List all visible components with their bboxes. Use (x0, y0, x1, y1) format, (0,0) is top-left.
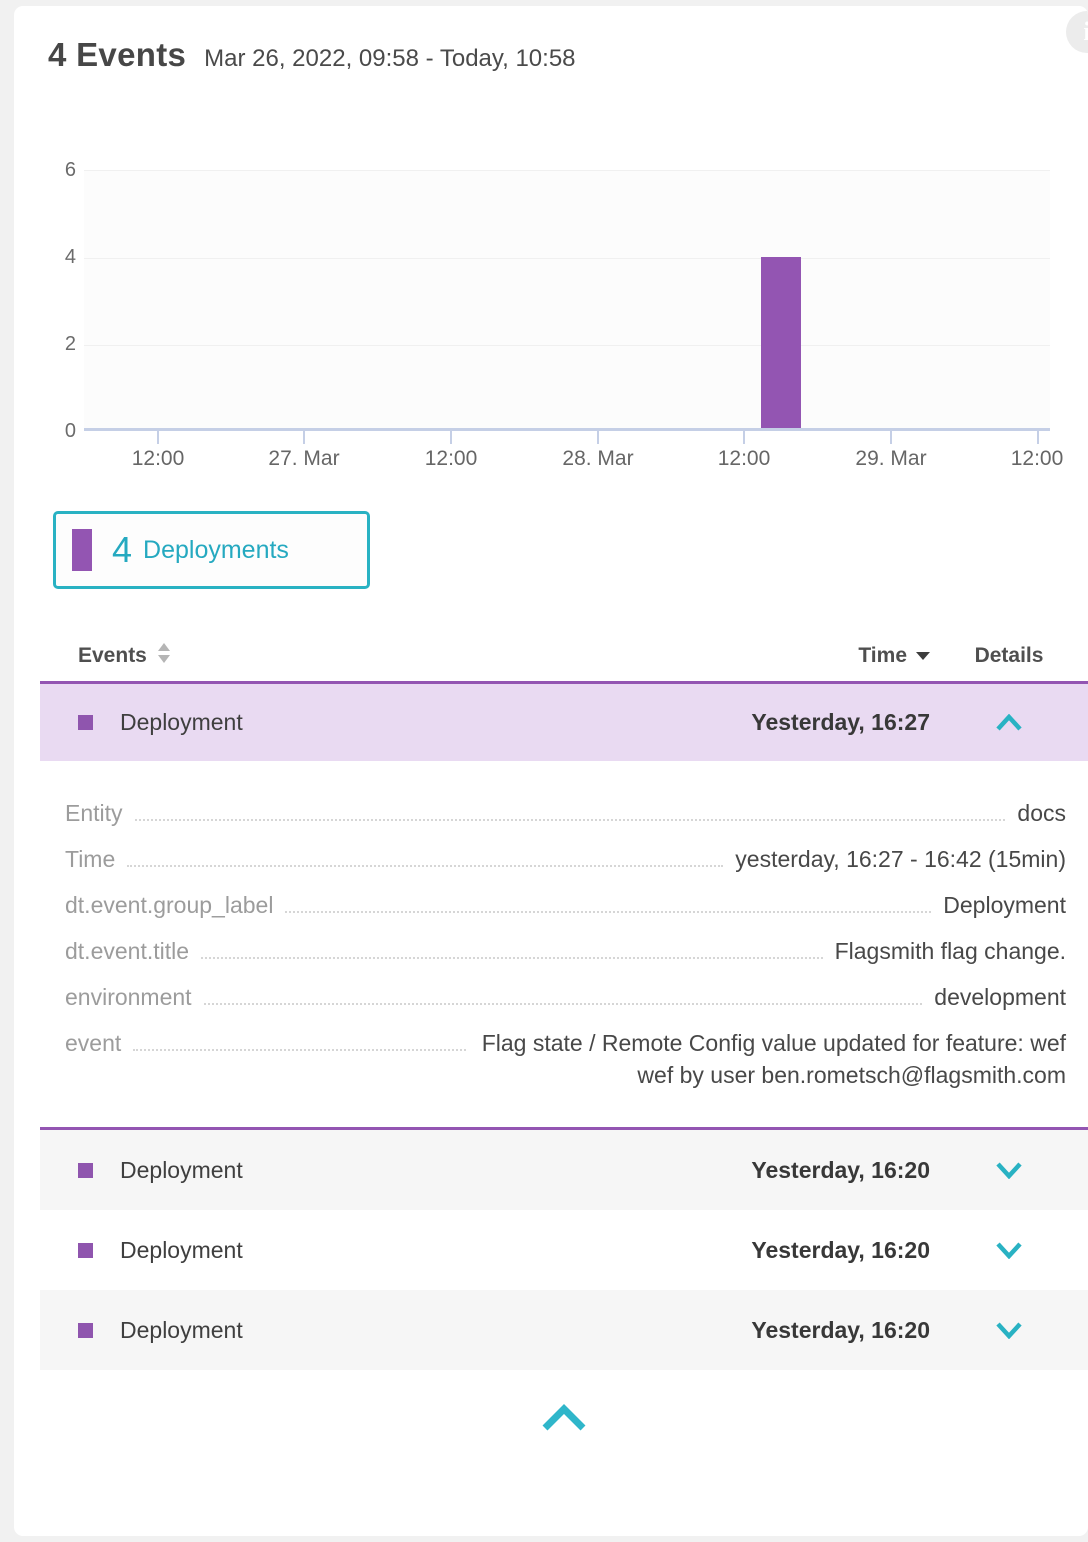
dotted-leader (127, 843, 723, 867)
sort-icon[interactable] (158, 643, 170, 669)
legend-deployments-toggle[interactable]: 4 Deployments (53, 511, 370, 589)
detail-label: dt.event.group_label (65, 889, 273, 921)
x-tick-mark (597, 431, 599, 444)
detail-row: dt.event.title Flagsmith flag change. (65, 935, 1066, 967)
deployment-swatch-icon (78, 1163, 93, 1178)
x-tick-mark (743, 431, 745, 444)
detail-label: environment (65, 981, 192, 1013)
event-row[interactable]: Deployment Yesterday, 16:27 (40, 684, 1088, 761)
page-title: 4 Events (48, 36, 186, 74)
expand-row-button[interactable] (930, 1242, 1088, 1259)
col-header-details: Details (930, 644, 1088, 668)
x-tick-mark (1037, 431, 1039, 444)
detail-value: Deployment (943, 889, 1066, 921)
event-time: Yesterday, 16:20 (751, 1157, 930, 1184)
chevron-down-icon (996, 1162, 1022, 1179)
event-time: Yesterday, 16:27 (751, 709, 930, 736)
deployments-color-swatch (72, 529, 92, 571)
events-panel: i 4 Events Mar 26, 2022, 09:58 - Today, … (14, 6, 1088, 1536)
x-tick-label: 29. Mar (821, 447, 961, 471)
event-type-label: Deployment (120, 709, 751, 736)
detail-row: dt.event.group_label Deployment (65, 889, 1066, 921)
legend-label: Deployments (143, 536, 289, 565)
legend-count: 4 (112, 529, 132, 571)
chevron-up-icon (541, 1404, 587, 1432)
gridline-2 (84, 345, 1050, 346)
detail-row: event Flag state / Remote Config value u… (65, 1027, 1066, 1091)
col-header-events[interactable]: Events (78, 644, 147, 668)
table-header-row: Events Time Details (40, 630, 1088, 684)
events-table: Events Time Details Deploym (40, 630, 1088, 1435)
detail-label: Time (65, 843, 115, 875)
sort-desc-icon (916, 652, 930, 660)
detail-value: docs (1017, 797, 1066, 829)
deployment-swatch-icon (78, 715, 93, 730)
detail-label: event (65, 1027, 121, 1059)
event-type-label: Deployment (120, 1237, 751, 1264)
x-tick-label: 12:00 (381, 447, 521, 471)
x-tick-label: 12:00 (967, 447, 1088, 471)
deployment-swatch-icon (78, 1243, 93, 1258)
detail-row: Entity docs (65, 797, 1066, 829)
event-time: Yesterday, 16:20 (751, 1237, 930, 1264)
x-tick-label: 12:00 (88, 447, 228, 471)
event-details-panel: Entity docs Time yesterday, 16:27 - 16:4… (40, 761, 1088, 1130)
dotted-leader (285, 889, 931, 913)
y-tick-2: 2 (14, 334, 76, 354)
info-icon-glyph: i (1083, 17, 1088, 47)
time-range-label: Mar 26, 2022, 09:58 - Today, 10:58 (204, 45, 575, 73)
dotted-leader (133, 1027, 466, 1051)
detail-value: Flag state / Remote Config value updated… (478, 1027, 1066, 1091)
collapse-panel-button[interactable] (541, 1404, 587, 1435)
chevron-down-icon (996, 1322, 1022, 1339)
detail-value: development (934, 981, 1066, 1013)
detail-row: environment development (65, 981, 1066, 1013)
chart-bar[interactable] (761, 257, 801, 428)
collapse-row-button[interactable] (930, 714, 1088, 731)
event-type-label: Deployment (120, 1317, 751, 1344)
col-header-time[interactable]: Time (858, 644, 907, 668)
info-icon[interactable]: i (1066, 11, 1088, 53)
event-row[interactable]: Deployment Yesterday, 16:20 (40, 1130, 1088, 1210)
chevron-up-icon (996, 714, 1022, 731)
x-tick-mark (303, 431, 305, 444)
y-tick-0: 0 (14, 421, 76, 441)
x-tick-mark (157, 431, 159, 444)
dotted-leader (135, 797, 1006, 821)
panel-header: 4 Events Mar 26, 2022, 09:58 - Today, 10… (48, 36, 576, 74)
detail-row: Time yesterday, 16:27 - 16:42 (15min) (65, 843, 1066, 875)
x-tick-mark (890, 431, 892, 444)
y-tick-4: 4 (14, 247, 76, 267)
x-tick-label: 12:00 (674, 447, 814, 471)
gridline-4 (84, 258, 1050, 259)
event-type-label: Deployment (120, 1157, 751, 1184)
detail-label: dt.event.title (65, 935, 189, 967)
y-tick-6: 6 (14, 160, 76, 180)
expand-row-button[interactable] (930, 1162, 1088, 1179)
event-row[interactable]: Deployment Yesterday, 16:20 (40, 1210, 1088, 1290)
detail-label: Entity (65, 797, 123, 829)
chevron-down-icon (996, 1242, 1022, 1259)
expand-row-button[interactable] (930, 1322, 1088, 1339)
x-tick-label: 28. Mar (528, 447, 668, 471)
detail-value: Flagsmith flag change. (835, 935, 1066, 967)
x-tick-label: 27. Mar (234, 447, 374, 471)
dotted-leader (204, 981, 923, 1005)
events-bar-chart[interactable]: 12:00 27. Mar 12:00 28. Mar 12:00 29. Ma… (84, 170, 1050, 431)
event-row[interactable]: Deployment Yesterday, 16:20 (40, 1290, 1088, 1370)
dotted-leader (201, 935, 823, 959)
detail-value: yesterday, 16:27 - 16:42 (15min) (735, 843, 1066, 875)
deployment-swatch-icon (78, 1323, 93, 1338)
event-time: Yesterday, 16:20 (751, 1317, 930, 1344)
x-tick-mark (450, 431, 452, 444)
